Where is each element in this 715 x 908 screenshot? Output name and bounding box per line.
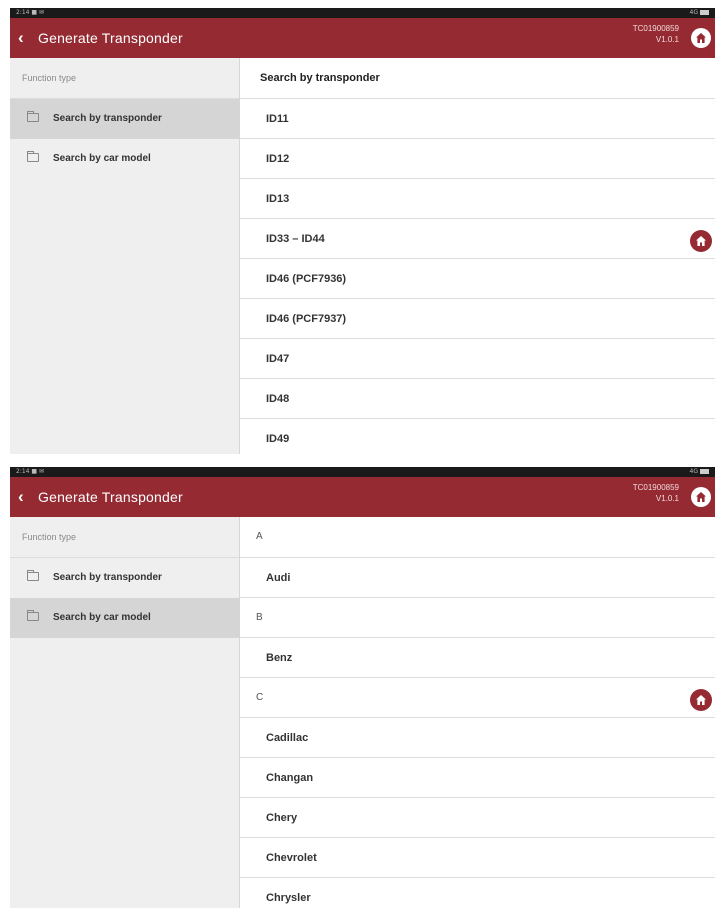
home-icon xyxy=(696,236,706,246)
signal-label: 4G xyxy=(689,468,698,475)
app-bar: ‹ Generate Transponder TC01900859 V1.0.1 xyxy=(10,18,715,58)
serial-number: TC01900859 xyxy=(632,483,679,492)
function-item-search-by-car-model[interactable]: Search by car model xyxy=(10,139,239,179)
status-bar: 2:14 ■ ✉ 4G xyxy=(10,8,715,18)
battery-icon xyxy=(700,10,709,15)
transponder-list: Search by transponder ID11 ID12 ID13 ID3… xyxy=(240,58,715,454)
signal-label: 4G xyxy=(689,9,698,16)
list-item-transponder[interactable]: ID46 (PCF7937) xyxy=(240,299,715,339)
battery-icon xyxy=(700,469,709,474)
section-letter-a: A xyxy=(240,517,715,558)
list-item-car-make[interactable]: Changan xyxy=(240,758,715,798)
list-item-car-make[interactable]: Chery xyxy=(240,798,715,838)
floating-home-button[interactable] xyxy=(690,689,712,711)
status-time: 2:14 ■ ✉ xyxy=(16,468,44,475)
section-letter-c: C xyxy=(240,678,715,718)
home-icon xyxy=(696,33,706,43)
status-indicators: 4G xyxy=(690,9,709,17)
function-item-search-by-transponder[interactable]: Search by transponder xyxy=(10,99,239,139)
list-item-transponder[interactable]: ID47 xyxy=(240,339,715,379)
serial-number: TC01900859 xyxy=(632,24,679,33)
list-item-transponder[interactable]: ID49 xyxy=(240,419,715,454)
function-item-label: Search by transponder xyxy=(53,572,162,583)
list-item-car-make[interactable]: Cadillac xyxy=(240,718,715,758)
list-item-transponder[interactable]: ID48 xyxy=(240,379,715,419)
function-item-search-by-transponder[interactable]: Search by transponder xyxy=(10,558,239,598)
software-version: V1.0.1 xyxy=(655,35,679,44)
function-type-label: Function type xyxy=(10,58,239,99)
status-indicators: 4G xyxy=(690,468,709,476)
list-item-transponder[interactable]: ID46 (PCF7936) xyxy=(240,259,715,299)
function-item-label: Search by car model xyxy=(53,612,151,623)
screen-car-model-search: 2:14 ■ ✉ 4G ‹ Generate Transponder TC019… xyxy=(10,467,715,908)
function-item-label: Search by car model xyxy=(53,153,151,164)
list-header: Search by transponder xyxy=(240,58,715,99)
status-bar: 2:14 ■ ✉ 4G xyxy=(10,467,715,477)
list-item-car-make[interactable]: Benz xyxy=(240,638,715,678)
home-button[interactable] xyxy=(691,28,711,48)
function-type-label: Function type xyxy=(10,517,239,558)
content-area: Function type Search by transponder Sear… xyxy=(10,58,715,454)
list-item-transponder[interactable]: ID12 xyxy=(240,139,715,179)
list-item-transponder[interactable]: ID33 – ID44 xyxy=(240,219,715,259)
list-item-transponder[interactable]: ID11 xyxy=(240,99,715,139)
screen-transponder-search: 2:14 ■ ✉ 4G ‹ Generate Transponder TC019… xyxy=(10,8,715,454)
list-item-car-make[interactable]: Chevrolet xyxy=(240,838,715,878)
section-letter-b: B xyxy=(240,598,715,638)
page-title: Generate Transponder xyxy=(38,30,183,46)
function-type-panel: Function type Search by transponder Sear… xyxy=(10,58,240,454)
function-type-panel: Function type Search by transponder Sear… xyxy=(10,517,240,908)
function-item-search-by-car-model[interactable]: Search by car model xyxy=(10,598,239,638)
page-title: Generate Transponder xyxy=(38,489,183,505)
home-icon xyxy=(696,492,706,502)
back-chevron-icon[interactable]: ‹ xyxy=(18,27,34,49)
home-icon xyxy=(696,695,706,705)
folder-icon xyxy=(27,610,39,621)
list-item-car-make[interactable]: Chrysler xyxy=(240,878,715,908)
home-button[interactable] xyxy=(691,487,711,507)
status-time: 2:14 ■ ✉ xyxy=(16,9,44,16)
app-bar: ‹ Generate Transponder TC01900859 V1.0.1 xyxy=(10,477,715,517)
folder-icon xyxy=(27,111,39,122)
list-item-transponder[interactable]: ID13 xyxy=(240,179,715,219)
list-item-car-make[interactable]: Audi xyxy=(240,558,715,598)
device-info: TC01900859 V1.0.1 xyxy=(633,23,679,45)
device-info: TC01900859 V1.0.1 xyxy=(633,482,679,504)
function-item-label: Search by transponder xyxy=(53,113,162,124)
software-version: V1.0.1 xyxy=(655,494,679,503)
folder-icon xyxy=(27,570,39,581)
content-area: Function type Search by transponder Sear… xyxy=(10,517,715,908)
car-model-list: A Audi B Benz C Cadillac Changan Chery C… xyxy=(240,517,715,908)
floating-home-button[interactable] xyxy=(690,230,712,252)
folder-icon xyxy=(27,151,39,162)
back-chevron-icon[interactable]: ‹ xyxy=(18,486,34,508)
